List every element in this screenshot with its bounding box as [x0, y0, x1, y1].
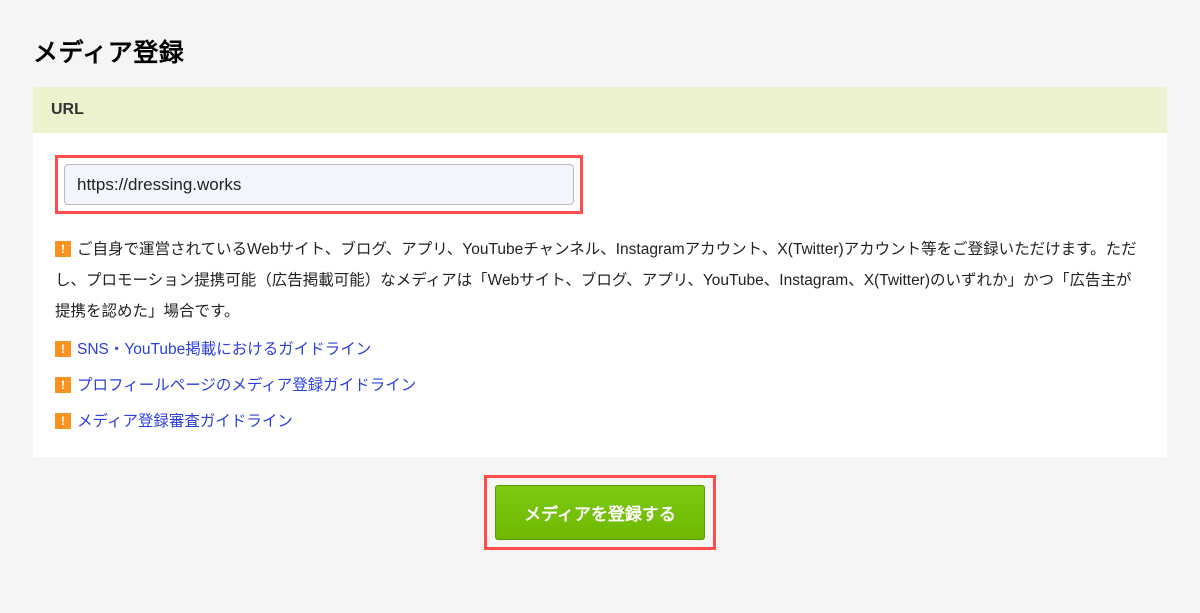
guideline-link-row-2: ! プロフィールページのメディア登録ガイドライン [55, 373, 1145, 395]
info-paragraph: !ご自身で運営されているWebサイト、ブログ、アプリ、YouTubeチャンネル、… [55, 234, 1145, 327]
url-highlight-box [55, 155, 583, 214]
media-review-guideline-link[interactable]: メディア登録審査ガイドライン [77, 413, 293, 430]
guideline-link-row-1: ! SNS・YouTube掲載におけるガイドライン [55, 337, 1145, 359]
register-button-highlight: メディアを登録する [484, 475, 716, 550]
button-row: メディアを登録する [33, 457, 1167, 558]
alert-icon: ! [55, 341, 71, 357]
alert-icon: ! [55, 241, 71, 257]
guideline-link-row-3: ! メディア登録審査ガイドライン [55, 409, 1145, 431]
section-header-url: URL [33, 87, 1167, 133]
alert-icon: ! [55, 413, 71, 429]
info-text: ご自身で運営されているWebサイト、ブログ、アプリ、YouTubeチャンネル、I… [55, 241, 1137, 320]
page-container: メディア登録 URL !ご自身で運営されているWebサイト、ブログ、アプリ、Yo… [18, 18, 1182, 558]
page-title: メディア登録 [33, 33, 1167, 69]
alert-icon: ! [55, 377, 71, 393]
profile-media-guideline-link[interactable]: プロフィールページのメディア登録ガイドライン [77, 377, 416, 394]
register-media-button[interactable]: メディアを登録する [495, 485, 705, 540]
content-box: !ご自身で運営されているWebサイト、ブログ、アプリ、YouTubeチャンネル、… [33, 133, 1167, 457]
sns-youtube-guideline-link[interactable]: SNS・YouTube掲載におけるガイドライン [77, 341, 371, 358]
url-input[interactable] [64, 164, 574, 205]
